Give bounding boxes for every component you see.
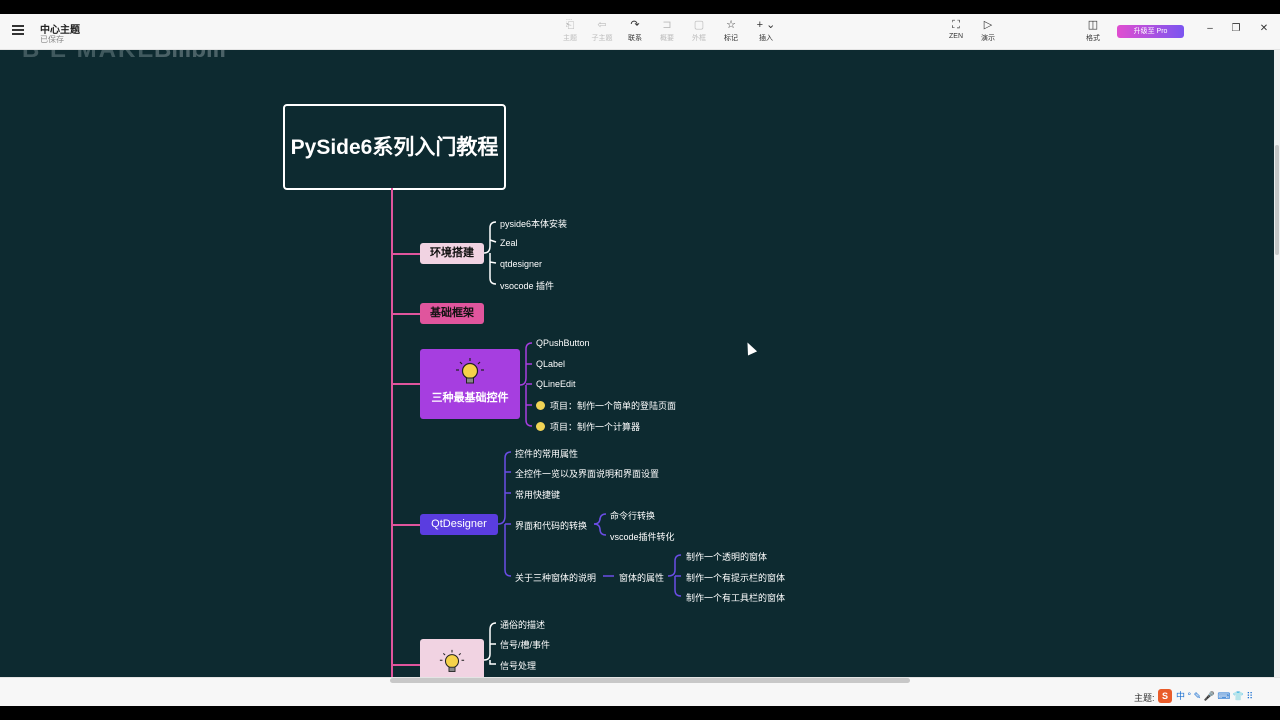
root-topic[interactable]: PySide6系列入门教程 <box>283 104 506 190</box>
sibling-topic-icon: ⇦ <box>597 19 607 31</box>
present-button[interactable]: ▷ 演示 <box>973 18 1003 43</box>
toolbar-insert-button[interactable]: + ⌄ 插入 <box>751 18 781 43</box>
toolbar-label: 插入 <box>759 35 773 42</box>
play-icon: ▷ <box>983 19 993 31</box>
branch-qtdesigner[interactable]: QtDesigner <box>420 514 498 535</box>
status-bar: 主题: S 中 ° ✎ 🎤 ⌨ 👕 ⠿ <box>0 677 1280 706</box>
ime-toolbar[interactable]: S 中 ° ✎ 🎤 ⌨ 👕 ⠿ <box>1158 689 1253 703</box>
toolbar-topic-button[interactable]: ⎗ 主题 <box>555 18 585 43</box>
leaf-topic[interactable]: vscode插件转化 <box>610 530 675 543</box>
leaf-topic[interactable]: 全控件一览以及界面说明和界面设置 <box>515 467 659 480</box>
relation-icon: ↷ <box>630 19 640 31</box>
star-icon: ☆ <box>726 19 736 31</box>
branch-basic-framework[interactable]: 基础框架 <box>420 303 484 324</box>
horizontal-scrollbar[interactable] <box>390 678 910 683</box>
leaf-topic[interactable]: 控件的常用属性 <box>515 447 578 460</box>
toolbar-subtopic-button[interactable]: ⇦ 子主题 <box>587 18 617 43</box>
branch-connector <box>393 664 420 666</box>
toolbar-label: 概要 <box>660 35 674 42</box>
save-status: 已保存 <box>40 35 64 44</box>
toolbar-label: 标记 <box>724 35 738 42</box>
mindmap-canvas[interactable]: B E MAKE Bilibili <box>0 50 1274 677</box>
toolbar-summary-button[interactable]: ⊐ 概要 <box>652 18 682 43</box>
fullscreen-icon: ⛶ <box>952 19 960 31</box>
branch-basic-widgets[interactable]: 三种最基础控件 <box>420 349 520 419</box>
toolbar-marker-button[interactable]: ☆ 标记 <box>716 18 746 43</box>
main-trunk-line <box>391 188 393 677</box>
branch-connector <box>393 253 420 255</box>
lightbulb-icon <box>420 357 520 387</box>
branch-connector <box>393 524 420 526</box>
ime-status[interactable]: 中 ° ✎ 🎤 ⌨ 👕 ⠿ <box>1176 691 1253 701</box>
toolbar-label: 格式 <box>1086 35 1100 42</box>
leaf-topic[interactable]: pyside6本体安装 <box>500 217 567 230</box>
leaf-topic[interactable]: 窗体的属性 <box>619 571 664 584</box>
panel-icon: ◫ <box>1087 19 1099 31</box>
leaf-topic[interactable]: QLineEdit <box>536 379 576 389</box>
toolbar-relation-button[interactable]: ↷ 联系 <box>620 18 650 43</box>
leaf-topic[interactable]: 制作一个有提示栏的窗体 <box>686 571 785 584</box>
leaf-topic[interactable]: 信号处理 <box>500 659 536 672</box>
bottom-black-border <box>0 706 1280 720</box>
scrollbar-thumb[interactable] <box>1275 145 1279 255</box>
leaf-topic[interactable]: 制作一个有工具栏的窗体 <box>686 591 785 604</box>
leaf-topic[interactable]: QLabel <box>536 359 565 369</box>
toolbar-label: 联系 <box>628 35 642 42</box>
branch-label: 三种最基础控件 <box>431 392 509 404</box>
close-icon[interactable]: ✕ <box>1257 23 1271 34</box>
leaf-project-login[interactable]: 项目：制作一个简单的登陆页面 <box>536 399 676 412</box>
toolbar-label: ZEN <box>949 33 963 40</box>
top-black-border <box>0 0 1280 14</box>
leaf-label: 项目：制作一个简单的登陆页面 <box>550 401 677 411</box>
leaf-label: 项目：制作一个计算器 <box>550 422 641 432</box>
leaf-topic[interactable]: 信号/槽/事件 <box>500 638 550 651</box>
leaf-topic[interactable]: Zeal <box>500 238 518 248</box>
vertical-scrollbar[interactable] <box>1274 50 1280 677</box>
toolbar-boundary-button[interactable]: ▢ 外框 <box>684 18 714 43</box>
leaf-project-calculator[interactable]: 项目：制作一个计算器 <box>536 420 640 433</box>
plus-icon: + ⌄ <box>756 19 776 31</box>
zen-mode-button[interactable]: ⛶ ZEN <box>941 18 971 40</box>
leaf-topic[interactable]: 界面和代码的转换 <box>515 519 587 532</box>
toolbar-label: 子主题 <box>591 35 613 42</box>
leaf-topic[interactable]: 通俗的描述 <box>500 618 545 631</box>
lightbulb-icon <box>420 649 484 677</box>
leaf-topic[interactable]: vsocode 插件 <box>500 279 554 292</box>
branch-environment-setup[interactable]: 环境搭建 <box>420 243 484 264</box>
restore-icon[interactable]: ❐ <box>1229 23 1243 34</box>
leaf-topic[interactable]: QPushButton <box>536 338 590 348</box>
hamburger-menu-icon[interactable] <box>12 25 24 35</box>
toolbar-label: 主题 <box>563 35 577 42</box>
leaf-topic[interactable]: 制作一个透明的窗体 <box>686 550 767 563</box>
branch-signals[interactable] <box>420 639 484 677</box>
leaf-topic[interactable]: qtdesigner <box>500 259 542 269</box>
leaf-topic[interactable]: 关于三种窗体的说明 <box>515 571 596 584</box>
format-panel-button[interactable]: ◫ 格式 <box>1078 18 1108 43</box>
toolbar-label: 外框 <box>692 35 706 42</box>
sogou-ime-icon[interactable]: S <box>1158 689 1172 703</box>
boundary-icon: ▢ <box>693 19 705 31</box>
branch-connector <box>393 383 420 385</box>
bulb-marker-icon <box>536 422 545 432</box>
title-bar: 中心主题 已保存 ⎗ 主题 ⇦ 子主题 ↷ 联系 ⊐ 概要 ▢ 外框 ☆ 标记 … <box>0 14 1280 50</box>
toolbar-label: 演示 <box>981 35 995 42</box>
upgrade-pro-button[interactable]: 升级至 Pro <box>1117 25 1184 38</box>
theme-label[interactable]: 主题: <box>1134 691 1155 704</box>
leaf-topic[interactable]: 常用快捷键 <box>515 488 560 501</box>
summary-icon: ⊐ <box>662 19 672 31</box>
leaf-topic[interactable]: 命令行转换 <box>610 509 655 522</box>
subtopic-icon: ⎗ <box>565 19 575 31</box>
bulb-marker-icon <box>536 401 545 411</box>
minimize-icon[interactable]: – <box>1203 23 1217 34</box>
branch-connector <box>393 313 420 315</box>
